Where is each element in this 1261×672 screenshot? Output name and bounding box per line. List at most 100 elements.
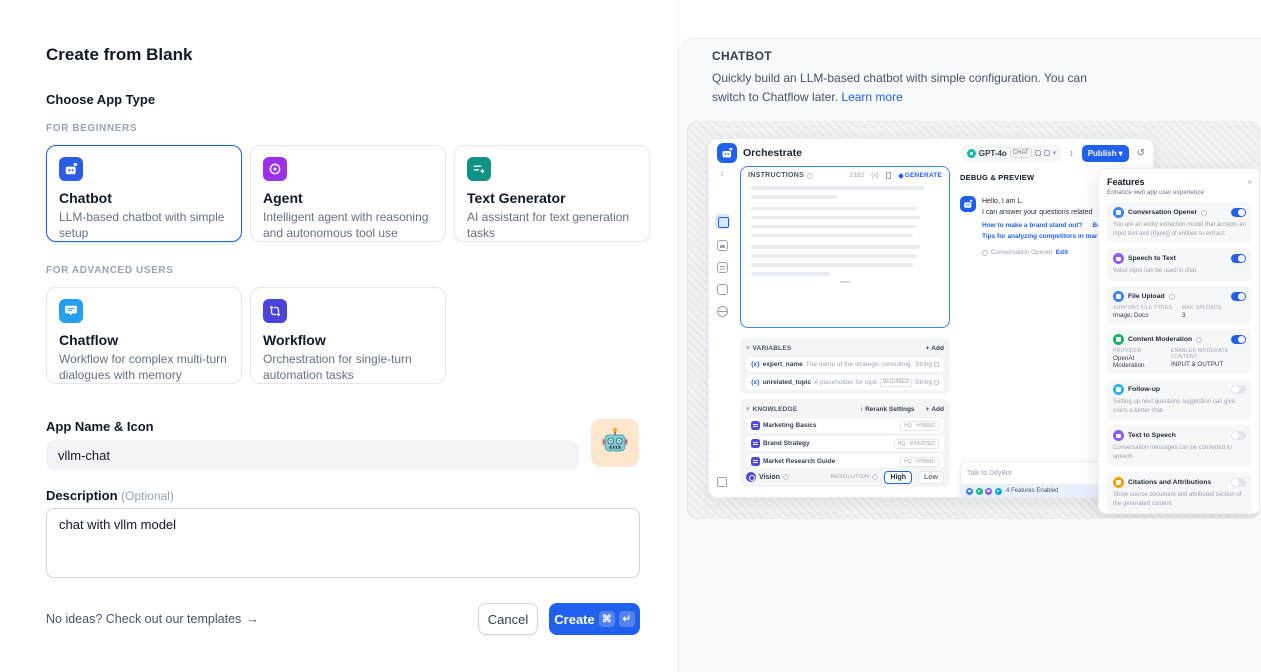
dataset-icon — [751, 421, 760, 430]
robot-emoji-icon — [600, 426, 630, 461]
toggle-on — [1231, 254, 1246, 263]
info-icon — [807, 173, 813, 179]
card-desc: Intelligent agent with reasoning and aut… — [263, 209, 433, 241]
text-to-speech-icon — [1113, 430, 1124, 441]
add-variable-button: + Add — [926, 345, 944, 352]
speech-to-text-icon — [1113, 253, 1124, 264]
app-name-label: App Name & Icon — [46, 419, 154, 434]
chatbot-preview-image: Orchestrate GPT-4o CHAT ▾ ↕ Publish ▾ — [687, 121, 1260, 519]
conversation-opener-icon — [1113, 207, 1124, 218]
tune-icon: ↕ — [1069, 148, 1074, 158]
follow-up-icon — [1113, 384, 1124, 395]
rerank-settings-button: ↕ Rerank Settings — [860, 406, 915, 413]
card-title: Text Generator — [467, 190, 637, 206]
add-knowledge-button: + Add — [926, 406, 944, 413]
document-icon — [717, 262, 728, 273]
cmd-key-icon: ⌘ — [599, 611, 615, 627]
file-upload-icon — [1113, 291, 1124, 302]
instructions-panel: INSTRUCTIONS 2182 {x} GENERATE — [740, 166, 950, 328]
app-type-card-chatbot[interactable]: Chatbot LLM-based chatbot with simple se… — [46, 145, 242, 242]
info-icon — [1196, 337, 1202, 343]
feature-item: Follow-up Setting up next questions sugg… — [1107, 379, 1252, 420]
card-desc: Workflow for complex multi-turn dialogue… — [59, 351, 229, 383]
cancel-button[interactable]: Cancel — [478, 603, 538, 635]
toggle-on — [1231, 335, 1246, 344]
beginner-cards-row: Chatbot LLM-based chatbot with simple se… — [46, 145, 650, 242]
collapse-icon — [717, 477, 727, 487]
bot-greeting: Hello, I am L. — [982, 196, 1107, 207]
info-icon — [1169, 294, 1175, 300]
chatflow-icon — [59, 299, 83, 323]
learn-more-link[interactable]: Learn more — [841, 90, 902, 104]
feature-dot-icon — [995, 488, 1002, 495]
knowledge-row: Brand Strategy HQ · INVERTED — [746, 436, 944, 451]
features-enabled-count: 4 Features Enabled — [1006, 488, 1058, 494]
globe-icon — [717, 306, 728, 317]
image-icon — [717, 240, 728, 251]
toggle-on — [1231, 208, 1246, 217]
opener-icon — [982, 250, 988, 256]
instructions-title: INSTRUCTIONS — [748, 172, 804, 179]
toggle-off — [1231, 478, 1246, 487]
content-moderation-icon — [1113, 334, 1124, 345]
templates-link[interactable]: No ideas? Check out our templates → — [46, 612, 259, 626]
for-advanced-users-label: FOR ADVANCED USERS — [46, 265, 173, 276]
feature-item: Speech to Text Voice input can be used i… — [1107, 248, 1252, 281]
vision-icon — [746, 472, 756, 482]
variable-row: {x} expert_name The name of the strategi… — [746, 357, 944, 372]
toggle-off — [1231, 431, 1246, 440]
chevron-down-icon: ▾ — [1053, 149, 1057, 157]
app-type-preview-pane: CHATBOT Quickly build an LLM-based chatb… — [678, 0, 1261, 672]
type-icon — [934, 362, 939, 367]
model-mode-badge: CHAT — [1010, 148, 1032, 158]
description-textarea[interactable]: chat with vllm model — [46, 508, 640, 578]
features-title: Features — [1107, 177, 1145, 187]
app-type-card-chatflow[interactable]: Chatflow Workflow for complex multi-turn… — [46, 287, 242, 384]
orchestrate-screenshot: Orchestrate GPT-4o CHAT ▾ ↕ Publish ▾ — [708, 138, 1154, 498]
text-generator-icon — [467, 157, 491, 181]
app-name-input[interactable] — [46, 440, 579, 470]
features-subtitle: Enhance web app user experience — [1107, 189, 1252, 196]
dataset-icon — [751, 457, 760, 466]
prompt-panel-icon — [715, 214, 730, 229]
app-type-card-agent[interactable]: Agent Intelligent agent with reasoning a… — [250, 145, 446, 242]
resize-handle — [840, 281, 850, 283]
info-icon — [783, 474, 789, 480]
suggestion-link: Tips for analyzing competitors in market — [982, 233, 1107, 240]
char-count: 2182 — [850, 172, 864, 179]
features-panel: Features × Enhance web app user experien… — [1098, 168, 1260, 514]
page-title: Create from Blank — [46, 45, 192, 65]
prompt-skeleton — [741, 181, 949, 276]
opener-label: Conversation Opener — [991, 249, 1053, 256]
chevron-down-icon: ▾ — [746, 344, 750, 352]
card-desc: LLM-based chatbot with simple setup — [59, 209, 229, 241]
citations-icon — [1113, 477, 1124, 488]
card-title: Agent — [263, 190, 433, 206]
knowledge-title: KNOWLEDGE — [753, 406, 798, 413]
app-icon-picker[interactable] — [591, 419, 639, 467]
create-app-modal: Create from Blank Choose App Type FOR BE… — [0, 0, 678, 672]
feature-item: File Upload SUPPORT FILE TYPESImage, Doc… — [1107, 286, 1252, 324]
knowledge-section: ▾ KNOWLEDGE ↕ Rerank Settings + Add Mark… — [740, 399, 950, 473]
knowledge-row: Marketing Basics HQ · HYBRID — [746, 418, 944, 433]
bot-avatar-icon — [960, 196, 976, 212]
bot-greeting: I can answer your questions related — [982, 207, 1107, 218]
edit-link: Edit — [1056, 249, 1068, 256]
create-button[interactable]: Create ⌘ ↵ — [549, 603, 640, 635]
feature-item: Content Moderation PROVIDEROpenAI Modera… — [1107, 329, 1252, 374]
workflow-icon — [263, 299, 287, 323]
toggle-off — [1231, 385, 1246, 394]
card-title: Chatbot — [59, 190, 229, 206]
orchestrate-title: Orchestrate — [743, 147, 802, 159]
model-vision-icon — [1035, 150, 1041, 156]
variable-row: {x} unrelated_topic A placeholder for to… — [746, 375, 944, 390]
card-desc: Orchestration for single-turn automation… — [263, 351, 433, 383]
feature-item: Citations and Attributions Show source d… — [1107, 472, 1252, 513]
generate-button: GENERATE — [899, 172, 942, 179]
enter-key-icon: ↵ — [619, 611, 635, 627]
app-type-card-text-generator[interactable]: Text Generator AI assistant for text gen… — [454, 145, 650, 242]
card-desc: AI assistant for text generation tasks — [467, 209, 637, 241]
orchestrate-header: Orchestrate GPT-4o CHAT ▾ ↕ Publish ▾ — [709, 139, 1153, 167]
app-type-card-workflow[interactable]: Workflow Orchestration for single-turn a… — [250, 287, 446, 384]
chatbot-icon — [59, 157, 83, 181]
